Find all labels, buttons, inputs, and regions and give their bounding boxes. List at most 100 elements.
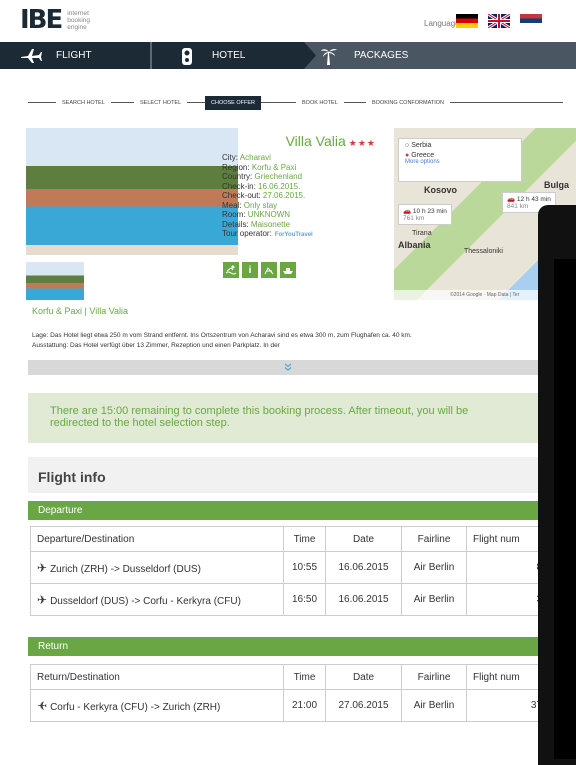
tab-flight[interactable]: FLIGHT: [20, 42, 92, 69]
tab-flight-label: FLIGHT: [56, 50, 92, 61]
boat-icon[interactable]: [280, 262, 296, 278]
detail-value: Only stay: [243, 200, 278, 210]
tab-divider: [150, 42, 152, 69]
hotel-thumbnail[interactable]: [26, 262, 84, 300]
map-directions-box[interactable]: ○ Serbia ● Greece More options: [398, 138, 522, 182]
hotel-amenity-icons: i: [223, 262, 296, 278]
detail-value: Maisonette: [250, 219, 291, 229]
time-cell: 21:00: [283, 689, 326, 722]
detail-row: Meal: Only stay: [222, 201, 313, 211]
date-cell: 16.06.2015: [325, 551, 402, 584]
detail-value: Griechenland: [254, 172, 303, 181]
timeout-notice: There are 15:00 remaining to complete th…: [28, 393, 548, 443]
detail-label: Details:: [222, 219, 249, 229]
detail-value: 16.06.2015.: [258, 181, 301, 191]
map-label-bulgaria: Bulga: [544, 180, 570, 190]
column-header: Flight num: [466, 664, 547, 690]
table-row: ✈ Corfu - Kerkyra (CFU) -> Zurich (ZRH) 2…: [30, 689, 547, 722]
serbian-flag-icon[interactable]: [520, 14, 542, 28]
column-header: Time: [283, 664, 326, 690]
airline-cell: Air Berlin: [401, 551, 467, 584]
door-hanger-icon: [176, 46, 198, 66]
beach-chair-icon[interactable]: [261, 262, 277, 278]
detail-value: UNKNOWN: [247, 210, 291, 219]
airplane-right-icon: ✈: [37, 592, 48, 607]
tab-packages[interactable]: PACKAGES: [318, 42, 408, 69]
route-cell: ✈ Corfu - Kerkyra (CFU) -> Zurich (ZRH): [30, 689, 284, 722]
swimming-icon[interactable]: [223, 262, 239, 278]
route-text: Corfu - Kerkyra (CFU) -> Zurich (ZRH): [50, 701, 221, 713]
route-1-time: 10 h 23 min: [412, 208, 447, 215]
tab-hotel[interactable]: HOTEL: [176, 42, 245, 69]
detail-row: Region: Korfu & Paxi: [222, 163, 313, 173]
detail-label: Check-out:: [222, 191, 261, 200]
flight-number-cell: 3: [466, 583, 547, 616]
map-route-1[interactable]: 🚗 10 h 23 min 761 km: [398, 204, 452, 225]
route-text: Dusseldorf (DUS) -> Corfu - Kerkyra (CFU…: [50, 595, 241, 607]
language-label: Language: [424, 19, 460, 28]
detail-row: Check-in: 16.06.2015.: [222, 182, 313, 192]
detail-row: Room: UNKNOWN: [222, 210, 313, 220]
notice-line: There are 15:00 remaining to complete th…: [50, 405, 469, 417]
step-search-hotel[interactable]: SEARCH HOTEL: [56, 96, 111, 110]
uk-flag-icon[interactable]: [488, 14, 510, 28]
main-tabs: FLIGHT HOTEL PACKAGES: [0, 42, 576, 69]
route-cell: ✈ Dusseldorf (DUS) -> Corfu - Kerkyra (CF…: [30, 583, 284, 616]
hotel-place-name: Korfu & Paxi | Villa Valia: [32, 306, 129, 316]
map-to: ● Greece: [405, 152, 515, 159]
palm-tree-icon: [318, 46, 340, 66]
tab-hotel-label: HOTEL: [212, 50, 246, 61]
map-label-albania: Albania: [398, 240, 431, 250]
table-row: ✈ Dusseldorf (DUS) -> Corfu - Kerkyra (CF…: [30, 583, 547, 616]
map-label-kosovo: Kosovo: [424, 185, 458, 195]
hotel-stars: ★★★: [348, 138, 376, 148]
step-booking-confirmation[interactable]: BOOKING CONFORMATION: [366, 96, 451, 110]
flight-info-title: Flight info: [28, 457, 548, 493]
logo-sub-line: engine: [67, 23, 87, 31]
step-select-hotel[interactable]: SELECT HOTEL: [134, 96, 188, 110]
expand-description-button[interactable]: [28, 360, 548, 375]
column-header: Date: [325, 526, 402, 552]
table-header-row: Return/Destination Time Date Fairline Fl…: [30, 664, 547, 690]
column-header: Fairline: [401, 664, 467, 690]
hotel-photo[interactable]: [26, 128, 238, 255]
detail-label: Country:: [222, 172, 253, 181]
departure-heading: Departure: [28, 501, 548, 520]
hotel-name-text: Villa Valia: [285, 133, 346, 149]
detail-label: City:: [222, 153, 238, 162]
detail-label: Room:: [222, 210, 246, 219]
car-icon-route-2: 🚗 12 h 43 min: [507, 196, 551, 203]
column-header: Time: [283, 526, 326, 552]
device-overlay-inner: [554, 259, 576, 759]
route-2-time: 12 h 43 min: [516, 196, 551, 203]
detail-label: Region:: [222, 162, 250, 172]
step-choose-offer[interactable]: CHOOSE OFFER: [205, 96, 262, 110]
detail-label: Check-in:: [222, 181, 256, 191]
column-header: Flight num: [466, 526, 547, 552]
tab-packages-label: PACKAGES: [354, 50, 409, 61]
departure-table: Departure/Destination Time Date Fairline…: [30, 526, 547, 616]
time-cell: 16:50: [283, 583, 326, 616]
detail-value: Korfu & Paxi: [251, 162, 297, 172]
logo-mark: IBE: [20, 5, 63, 35]
detail-value: 27.06.2015.: [262, 191, 306, 200]
hotel-description: Lage: Das Hotel liegt etwa 250 m vom Str…: [32, 331, 542, 351]
route-1-distance: 761 km: [403, 215, 425, 222]
route-text: Zurich (ZRH) -> Dusseldorf (DUS): [50, 563, 201, 575]
map-label-thessaloniki: Thessaloniki: [464, 248, 503, 255]
column-header: Date: [325, 664, 402, 690]
logo[interactable]: IBE internet booking engine: [20, 6, 90, 34]
tour-operator-row: Tour operator: ForYouTravel: [222, 229, 313, 241]
map-more-options[interactable]: More options: [405, 159, 515, 165]
logo-sub-line: booking: [67, 16, 91, 24]
hotel-name: Villa Valia ★★★: [272, 133, 376, 149]
map-to-text: Greece: [411, 152, 435, 159]
time-cell: 10:55: [283, 551, 326, 584]
map-from-text: Serbia: [411, 142, 432, 149]
airline-cell: Air Berlin: [401, 583, 467, 616]
double-chevron-down-icon: [284, 363, 292, 373]
step-book-hotel[interactable]: BOOK HOTEL: [296, 96, 344, 110]
german-flag-icon[interactable]: [456, 14, 478, 28]
info-icon[interactable]: i: [242, 262, 258, 278]
detail-row: Check-out: 27.06.2015.: [222, 191, 313, 201]
